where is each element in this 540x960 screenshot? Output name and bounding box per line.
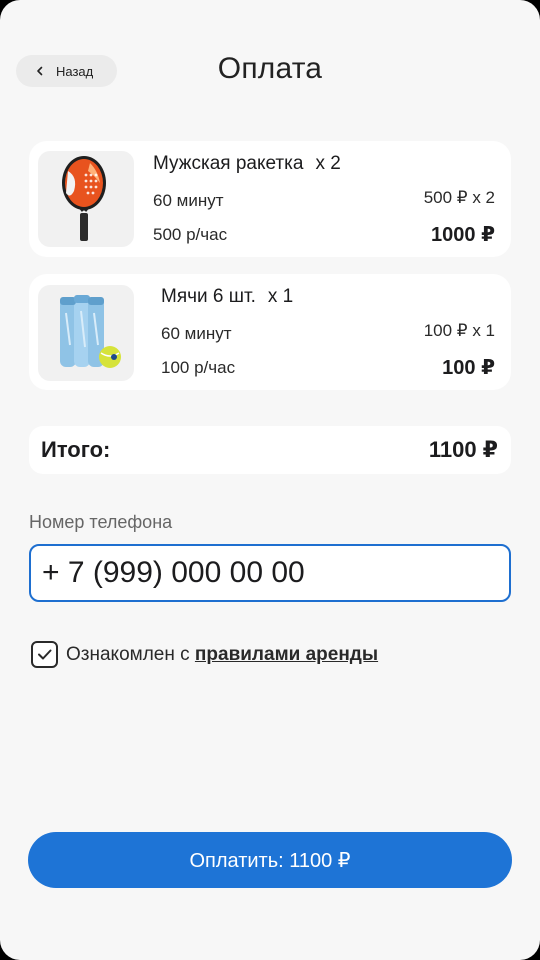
item-rate: 100 р/час bbox=[161, 358, 236, 377]
item-total: 100 ₽ bbox=[442, 357, 495, 379]
cart-item-racket: Мужская ракетка x 2 60 минут 500 р/час 50… bbox=[29, 141, 511, 257]
item-name-text: Мужская ракетка bbox=[153, 153, 304, 174]
rental-rules-agreement: Ознакомлен с правилами аренды bbox=[31, 641, 378, 668]
agreement-text-prefix: Ознакомлен с bbox=[66, 643, 190, 665]
phone-label: Номер телефона bbox=[29, 512, 173, 532]
agreement-text: Ознакомлен с правилами аренды bbox=[66, 644, 378, 666]
item-rate: 500 р/час bbox=[153, 225, 228, 244]
item-duration: 60 минут bbox=[153, 191, 224, 210]
page-title: Оплата bbox=[217, 52, 323, 85]
checkmark-icon bbox=[38, 649, 52, 660]
item-total: 1000 ₽ bbox=[431, 224, 495, 246]
agreement-checkbox[interactable] bbox=[31, 641, 58, 668]
item-quantity: x 2 bbox=[315, 153, 341, 174]
item-duration: 60 минут bbox=[161, 324, 232, 343]
item-name: Мужская ракетка x 2 bbox=[153, 153, 341, 175]
item-quantity: x 1 bbox=[267, 286, 294, 307]
cart-item-balls: Мячи 6 шт. x 1 60 минут 100 р/час 100 ₽ x… bbox=[29, 274, 511, 390]
summary-total: 1100 ₽ bbox=[428, 437, 498, 462]
item-name-text: Мячи 6 шт. bbox=[161, 286, 256, 307]
rental-rules-link[interactable]: правилами аренды bbox=[195, 644, 378, 665]
item-unit-price: 100 ₽ x 1 bbox=[423, 321, 495, 340]
item-name: Мячи 6 шт. x 1 bbox=[161, 286, 293, 308]
summary-label: Итого: bbox=[41, 437, 111, 462]
pay-button[interactable]: Оплатить: 1100 ₽ bbox=[28, 832, 512, 888]
tennis-balls-icon bbox=[38, 285, 134, 381]
phone-input[interactable] bbox=[29, 544, 511, 602]
payment-screen: Назад Оплата Мужская ракетка x 2 60 мину… bbox=[0, 0, 540, 960]
order-summary: Итого: 1100 ₽ bbox=[29, 426, 511, 474]
padel-racket-icon bbox=[38, 151, 134, 247]
item-unit-price: 500 ₽ x 2 bbox=[423, 188, 495, 207]
